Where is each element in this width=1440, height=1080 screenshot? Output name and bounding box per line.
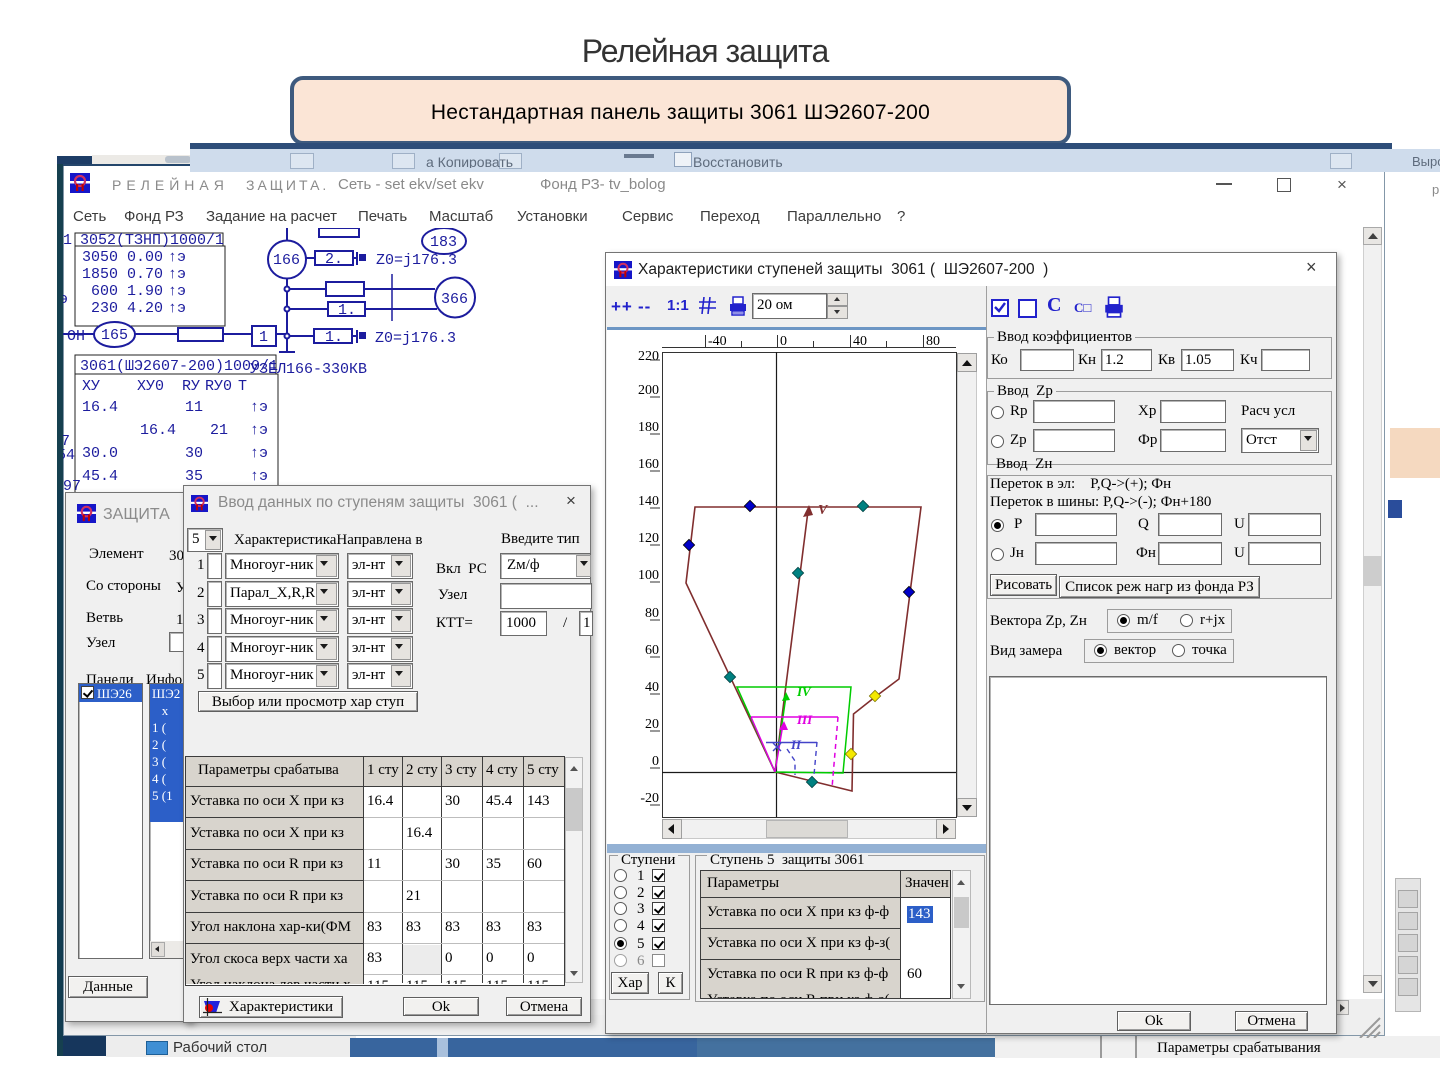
svg-text:УЗЕЛ166-330КВ: УЗЕЛ166-330КВ (250, 361, 367, 378)
svg-text:II: II (790, 737, 802, 752)
svg-text:↑э: ↑э (250, 468, 268, 485)
svg-text:3050: 3050 (82, 249, 118, 266)
svg-text:↑э: ↑э (250, 399, 268, 416)
svg-text:230: 230 (91, 300, 118, 317)
svg-text:11: 11 (185, 399, 203, 416)
svg-text:III: III (796, 712, 813, 727)
svg-text:1: 1 (63, 232, 72, 249)
svg-text:180: 180 (638, 420, 659, 435)
svg-text:220: 220 (638, 349, 659, 364)
svg-text:35: 35 (185, 468, 203, 485)
svg-text:3061(ШЭ2607-200)1000/1: 3061(ШЭ2607-200)1000/1 (80, 358, 278, 375)
svg-text:0.00: 0.00 (127, 249, 163, 266)
svg-text:-20: -20 (640, 791, 659, 806)
svg-text:40: 40 (853, 334, 867, 349)
svg-text:↑э: ↑э (250, 445, 268, 462)
svg-text:30.0: 30.0 (82, 445, 118, 462)
svg-text:1850: 1850 (82, 266, 118, 283)
svg-text:RУ0: RУ0 (205, 378, 232, 395)
svg-text:0.70: 0.70 (127, 266, 163, 283)
svg-text:1: 1 (259, 329, 268, 346)
svg-text:16.4: 16.4 (82, 399, 118, 416)
svg-text:100: 100 (638, 568, 659, 583)
svg-text:ОН: ОН (67, 328, 85, 345)
svg-text:ХУ: ХУ (82, 378, 100, 395)
svg-text:40: 40 (645, 680, 659, 695)
svg-text:120: 120 (638, 531, 659, 546)
svg-text:166: 166 (273, 252, 300, 269)
svg-text:20: 20 (645, 717, 659, 732)
svg-text:3052(ТЗНП)1000/1: 3052(ТЗНП)1000/1 (80, 232, 224, 249)
svg-text:↑э: ↑э (250, 422, 268, 439)
svg-text:↑э: ↑э (168, 249, 186, 266)
svg-text:54: 54 (63, 447, 75, 464)
svg-text:366: 366 (441, 291, 468, 308)
svg-text:30: 30 (185, 445, 203, 462)
svg-text:16.4: 16.4 (140, 422, 176, 439)
svg-text:80: 80 (645, 606, 659, 621)
svg-text:60: 60 (645, 643, 659, 658)
svg-text:2.: 2. (325, 251, 343, 268)
svg-text:45.4: 45.4 (82, 468, 118, 485)
svg-text:4.20: 4.20 (127, 300, 163, 317)
svg-text:Т: Т (238, 378, 247, 395)
svg-text:21: 21 (210, 422, 228, 439)
svg-text:183: 183 (430, 234, 457, 251)
svg-text:ХУ0: ХУ0 (137, 378, 164, 395)
svg-text:-40: -40 (708, 334, 727, 349)
svg-text:600: 600 (91, 283, 118, 300)
svg-text:165: 165 (101, 327, 128, 344)
svg-text:0: 0 (780, 334, 787, 349)
svg-text:↑э: ↑э (168, 300, 186, 317)
svg-text:200: 200 (638, 383, 659, 398)
svg-text:140: 140 (638, 494, 659, 509)
svg-text:Z0=j176.3: Z0=j176.3 (375, 330, 456, 347)
svg-text:э: э (63, 291, 68, 308)
svg-text:IV: IV (796, 684, 812, 699)
svg-text:0: 0 (652, 754, 659, 769)
svg-text:80: 80 (926, 334, 940, 349)
svg-text:RУ: RУ (182, 378, 200, 395)
svg-text:1.: 1. (338, 302, 356, 319)
svg-text:↑э: ↑э (168, 283, 186, 300)
svg-text:1.: 1. (325, 329, 343, 346)
svg-text:1.90: 1.90 (127, 283, 163, 300)
svg-text:↑э: ↑э (168, 266, 186, 283)
svg-text:160: 160 (638, 457, 659, 472)
